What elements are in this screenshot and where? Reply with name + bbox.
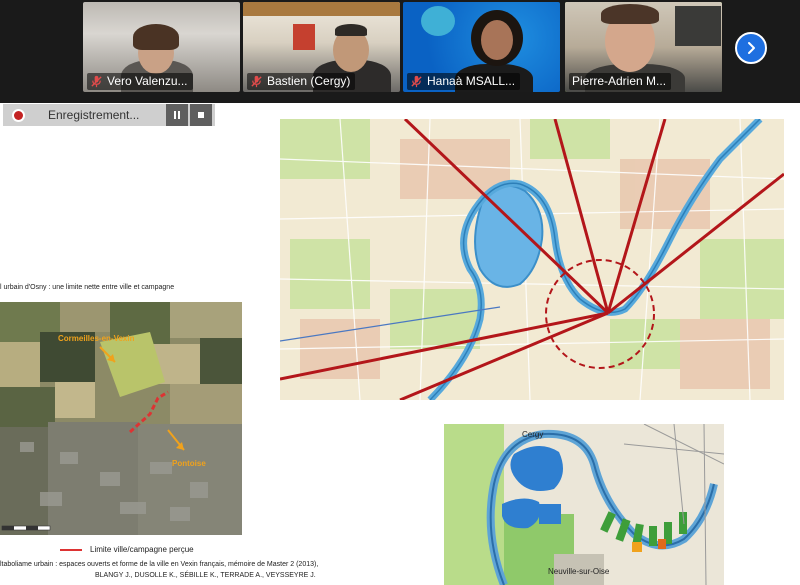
city-map [280, 119, 784, 400]
next-participants-button[interactable] [735, 32, 767, 64]
pause-recording-button[interactable] [166, 104, 188, 126]
source-authors: BLANGY J., DUSOLLE K., SÉBILLE K., TERRA… [95, 572, 316, 579]
participant-tile[interactable]: Vero Valenzu... [83, 2, 240, 92]
participant-name-bar: Hanaà MSALL... [407, 73, 521, 90]
participant-tile[interactable]: Bastien (Cergy) [243, 2, 400, 92]
legend-label: Limite ville/campagne perçue [90, 545, 194, 554]
source-citation: ltaboliame urbain : espaces ouverts et f… [0, 561, 319, 568]
participant-name-bar: Pierre-Adrien M... [569, 73, 672, 90]
stop-recording-button[interactable] [190, 104, 212, 126]
map-label-bottom: Neuville-sur-Oise [548, 567, 610, 576]
mic-off-icon [91, 75, 102, 88]
recording-bar: Enregistrement... [3, 104, 215, 126]
participant-name-bar: Vero Valenzu... [87, 73, 193, 90]
pause-icon [174, 111, 180, 119]
aerial-label-south: Pontoise [172, 459, 206, 468]
legend-swatch [60, 548, 82, 551]
participant-tile-active-speaker[interactable]: Pierre-Adrien M... [565, 2, 722, 92]
participant-name: Vero Valenzu... [107, 74, 188, 88]
loop-map: Cergy Neuville-sur-Oise [444, 424, 724, 585]
participant-tile[interactable]: Hanaà MSALL... [403, 2, 560, 92]
stop-icon [198, 112, 204, 118]
aerial-photo: Cormeilles-en-Vexin Pontoise [0, 302, 242, 535]
participant-strip: Vero Valenzu... Bastien (Cergy) Hanaà MS… [0, 0, 800, 103]
figure-caption: l urbain d'Osny : une limite nette entre… [0, 284, 175, 291]
mic-off-icon [411, 75, 422, 88]
aerial-label-north: Cormeilles-en-Vexin [58, 334, 135, 343]
participant-name: Hanaà MSALL... [427, 74, 516, 88]
participant-name-bar: Bastien (Cergy) [247, 73, 356, 90]
participant-name: Pierre-Adrien M... [572, 74, 667, 88]
map-label-top: Cergy [522, 430, 544, 439]
record-dot-icon [3, 104, 33, 126]
chevron-right-icon [748, 42, 755, 54]
participant-name: Bastien (Cergy) [267, 74, 351, 88]
recording-status: Enregistrement... [48, 108, 140, 122]
map-legend: Limite ville/campagne perçue [60, 545, 194, 554]
mic-off-icon [251, 75, 262, 88]
